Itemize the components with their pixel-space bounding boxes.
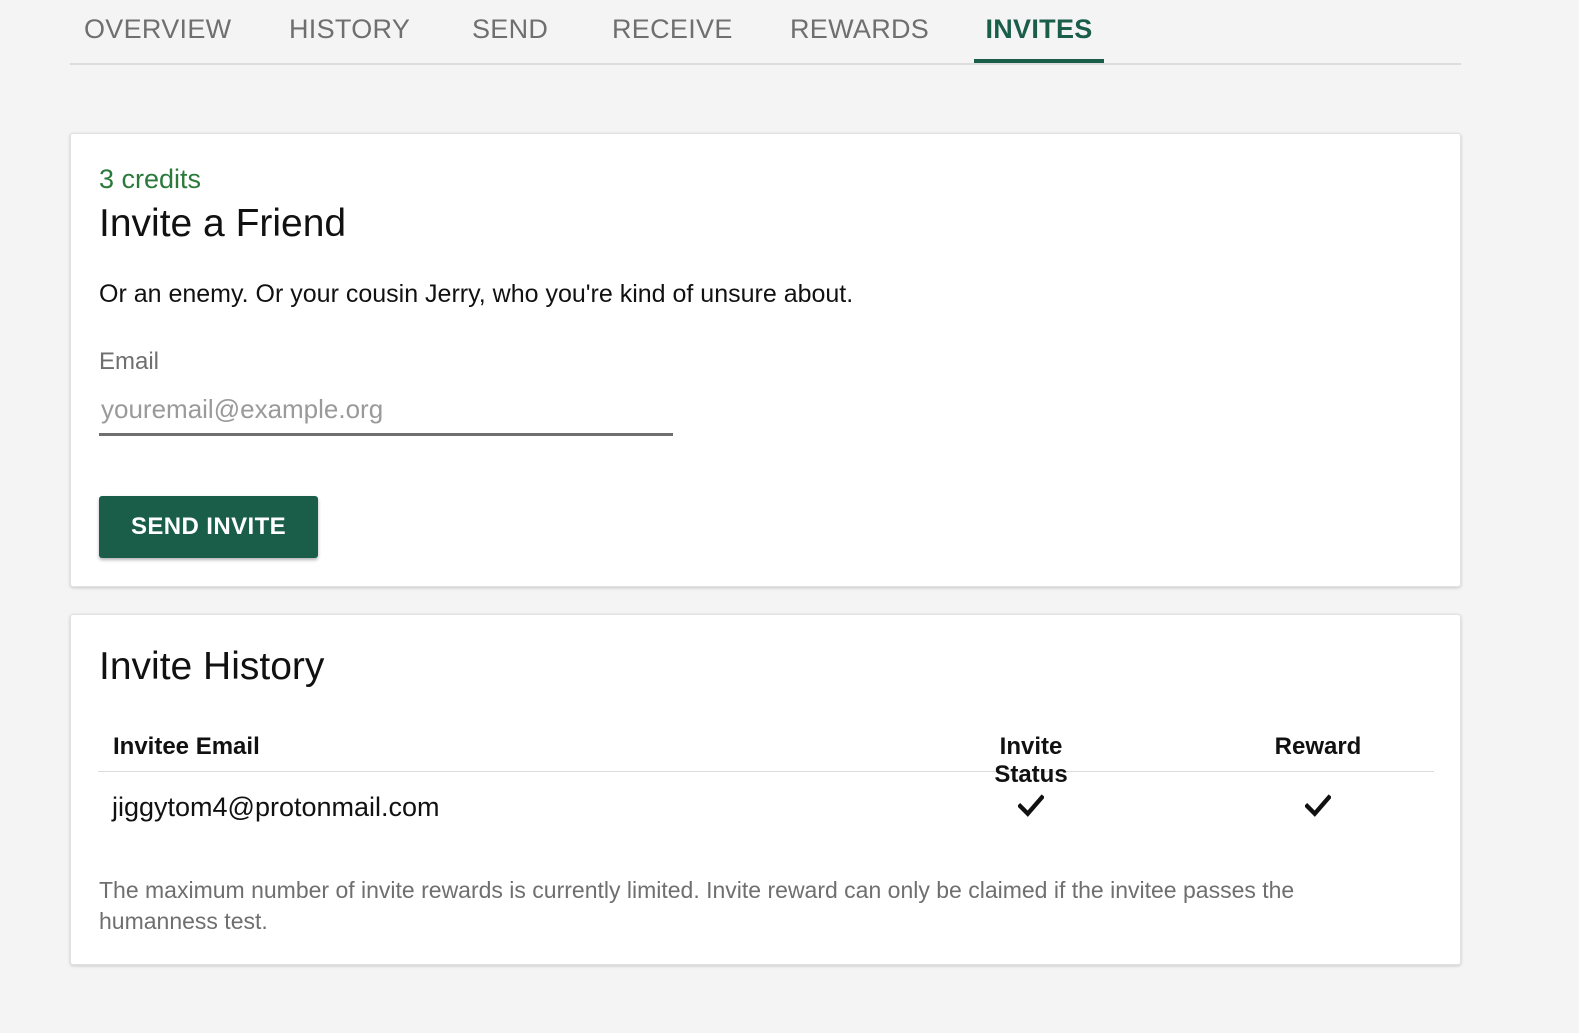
check-icon — [1018, 794, 1044, 817]
tab-rewards[interactable]: REWARDS — [790, 0, 929, 63]
invite-rewards-note: The maximum number of invite rewards is … — [99, 877, 1295, 934]
tab-overview[interactable]: OVERVIEW — [84, 0, 231, 63]
email-field[interactable] — [99, 386, 673, 436]
nav-tabs: OVERVIEW HISTORY SEND RECEIVE REWARDS IN… — [70, 0, 1461, 65]
invite-history-table: Invitee Email Invite Status Reward jiggy… — [98, 727, 1434, 848]
invite-subtitle: Or an enemy. Or your cousin Jerry, who y… — [99, 280, 854, 308]
column-header-invitee-email: Invitee Email — [113, 733, 260, 760]
tab-receive[interactable]: RECEIVE — [612, 0, 732, 63]
invite-card: 3 credits Invite a Friend Or an enemy. O… — [70, 133, 1461, 587]
check-icon — [1305, 794, 1331, 817]
email-label: Email — [99, 348, 160, 375]
table-header: Invitee Email Invite Status Reward — [98, 727, 1434, 788]
send-invite-button[interactable]: SEND INVITE — [99, 496, 318, 558]
invitee-email: jiggytom4@protonmail.com — [112, 792, 440, 822]
invite-status-cell — [962, 792, 1100, 825]
tab-send[interactable]: SEND — [472, 0, 548, 63]
table-row: jiggytom4@protonmail.com — [98, 772, 1434, 848]
credits-count: 3 credits — [99, 164, 202, 194]
invite-history-title: Invite History — [99, 645, 325, 688]
reward-cell — [1266, 792, 1370, 825]
invite-title: Invite a Friend — [99, 202, 347, 245]
tab-history[interactable]: HISTORY — [289, 0, 410, 63]
column-header-reward: Reward — [1274, 733, 1362, 760]
invite-history-card: Invite History Invitee Email Invite Stat… — [70, 614, 1461, 965]
tab-invites[interactable]: INVITES — [974, 0, 1104, 63]
